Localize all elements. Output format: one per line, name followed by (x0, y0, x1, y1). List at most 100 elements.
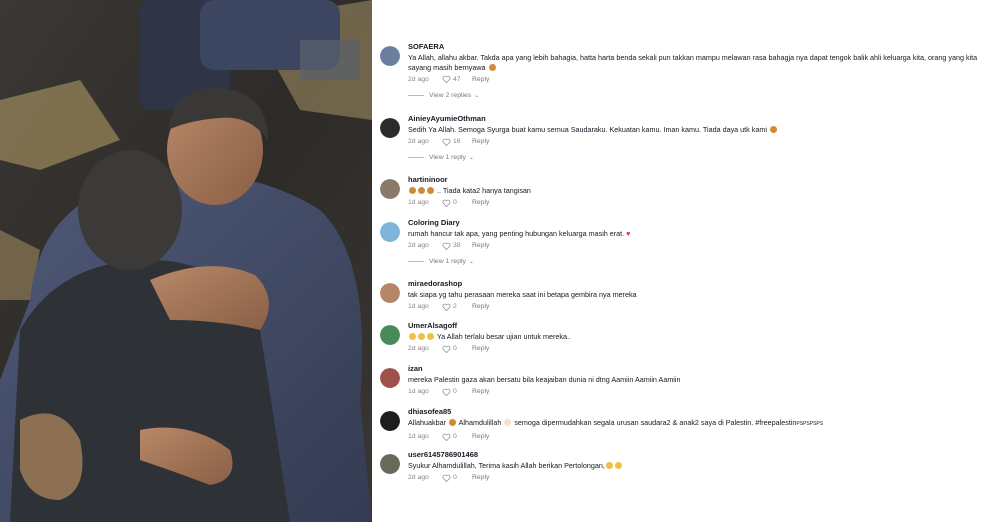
comment-text: Syukur Alhamdulillah, Terima kasih Allah… (408, 461, 998, 471)
crying-emoji-icon (418, 187, 425, 194)
comment-username[interactable]: miraedorashop (408, 279, 998, 289)
comment-date: 2d ago (408, 474, 429, 481)
comment-username[interactable]: dhiasofea85 (408, 407, 998, 417)
comment-text: mereka Palestin gaza akan bersatu bila k… (408, 375, 681, 384)
comment-meta: 2d ago 38 Reply (408, 241, 998, 251)
view-replies-label: View 1 reply (429, 154, 466, 161)
comment-text: Ya Allah, allahu akbar. Takda apa yang l… (408, 53, 978, 72)
sad-emoji-icon (409, 333, 416, 340)
chevron-down-icon: ⌄ (468, 155, 474, 161)
comment-username[interactable]: Coloring Diary (408, 218, 998, 228)
comment-username[interactable]: hartininoor (408, 175, 998, 185)
view-replies-label: View 2 replies (429, 92, 472, 99)
heart-outline-icon (442, 138, 451, 146)
comment-date: 2d ago (408, 138, 429, 145)
comment-username[interactable]: AinieyAyumieOthman (408, 114, 998, 124)
crying-emoji-icon (409, 187, 416, 194)
like-button[interactable]: 0 (442, 345, 472, 353)
comment-text: tak siapa yg tahu perasaan mereka saat i… (408, 290, 637, 299)
comment-meta: 1d ago 0 Reply (408, 432, 998, 442)
avatar[interactable] (380, 179, 400, 199)
like-count: 0 (453, 433, 457, 440)
comment-meta: 2d ago 16 Reply (408, 137, 998, 147)
reply-button[interactable]: Reply (472, 433, 489, 440)
like-count: 0 (453, 388, 457, 395)
like-count: 16 (453, 138, 461, 145)
heart-outline-icon (442, 303, 451, 311)
like-button[interactable]: 0 (442, 433, 472, 441)
comment-date: 1d ago (408, 388, 429, 395)
divider-line (408, 261, 424, 262)
heart-outline-icon (442, 433, 451, 441)
comment-username[interactable]: izan (408, 364, 998, 374)
reply-button[interactable]: Reply (472, 138, 489, 145)
comment-text: Allahuakbar Alhamdulillah semoga dipermu… (408, 418, 824, 427)
happy-emoji-icon (614, 462, 622, 469)
sad-emoji-icon (418, 333, 425, 340)
heart-outline-icon (442, 388, 451, 396)
avatar[interactable] (380, 46, 400, 66)
heart-outline-icon (442, 345, 451, 353)
like-button[interactable]: 0 (442, 199, 472, 207)
heart-outline-icon (442, 242, 451, 250)
embrace-photo-illustration (0, 0, 372, 522)
happy-emoji-icon (605, 462, 613, 469)
comment-meta: 2d ago 0 Reply (408, 473, 998, 483)
crying-emoji-icon (448, 419, 456, 426)
comment-date: 1d ago (408, 433, 429, 440)
view-replies-button[interactable]: View 1 reply ⌄ (408, 154, 474, 161)
like-button[interactable]: 0 (442, 388, 472, 396)
like-count: 47 (453, 75, 461, 83)
heart-outline-icon (442, 75, 451, 83)
reply-button[interactable]: Reply (472, 199, 489, 206)
divider-line (408, 157, 424, 158)
like-count: 0 (453, 199, 457, 206)
like-button[interactable]: 16 (442, 138, 472, 146)
comment-username[interactable]: user6145786901468 (408, 450, 998, 460)
avatar[interactable] (380, 325, 400, 345)
comment-date: 2d ago (408, 242, 429, 249)
reply-button[interactable]: Reply (472, 345, 489, 352)
comment-meta: 1d ago 2 Reply (408, 302, 998, 312)
comment-username[interactable]: UmerAlsagoff (408, 321, 998, 331)
reply-button[interactable]: Reply (472, 242, 489, 249)
comment-meta: 2d ago 0 Reply (408, 344, 998, 354)
reply-button[interactable]: Reply (472, 474, 489, 481)
heart-emoji-icon: ♥ (626, 229, 631, 238)
crying-emoji-icon (769, 126, 777, 133)
avatar[interactable] (380, 222, 400, 242)
view-replies-button[interactable]: View 1 reply ⌄ (408, 258, 474, 265)
crying-emoji-icon (488, 63, 496, 71)
reply-button[interactable]: Reply (472, 303, 489, 310)
video-frame-photo (0, 0, 372, 522)
like-button[interactable]: 0 (442, 474, 472, 482)
comment-username[interactable]: SOFAERA (408, 42, 998, 52)
divider-line (408, 95, 424, 96)
chevron-down-icon: ⌄ (474, 93, 480, 99)
comment-text: .. Tiada kata2 hanya tangisan (408, 186, 998, 196)
comment-text: Sedih Ya Allah. Semoga Syurga buat kamu … (408, 125, 998, 135)
like-button[interactable]: 2 (442, 303, 472, 311)
comment-date: 1d ago (408, 199, 429, 206)
avatar[interactable] (380, 118, 400, 138)
sad-emoji-icon (427, 333, 434, 340)
reply-button[interactable]: Reply (472, 76, 489, 83)
comment-date: 2d ago (408, 345, 429, 352)
like-button[interactable]: 47 (442, 75, 472, 83)
comment-date: 2d ago (408, 75, 429, 83)
like-button[interactable]: 38 (442, 242, 472, 250)
chevron-down-icon: ⌄ (468, 259, 474, 265)
avatar[interactable] (380, 454, 400, 474)
view-replies-button[interactable]: View 2 replies ⌄ (408, 92, 479, 99)
reply-button[interactable]: Reply (472, 388, 489, 395)
avatar[interactable] (380, 411, 400, 431)
avatar[interactable] (380, 368, 400, 388)
comment-text: Ya Allah terlalu besar ujian untuk merek… (408, 332, 998, 342)
comment-meta: 1d ago 0 Reply (408, 198, 998, 208)
crying-emoji-icon (427, 187, 434, 194)
heart-outline-icon (442, 474, 451, 482)
avatar[interactable] (380, 283, 400, 303)
pray-emoji-icon (504, 419, 512, 426)
comment-text: rumah hancur tak apa, yang penting hubun… (408, 229, 631, 238)
like-count: 38 (453, 242, 461, 249)
